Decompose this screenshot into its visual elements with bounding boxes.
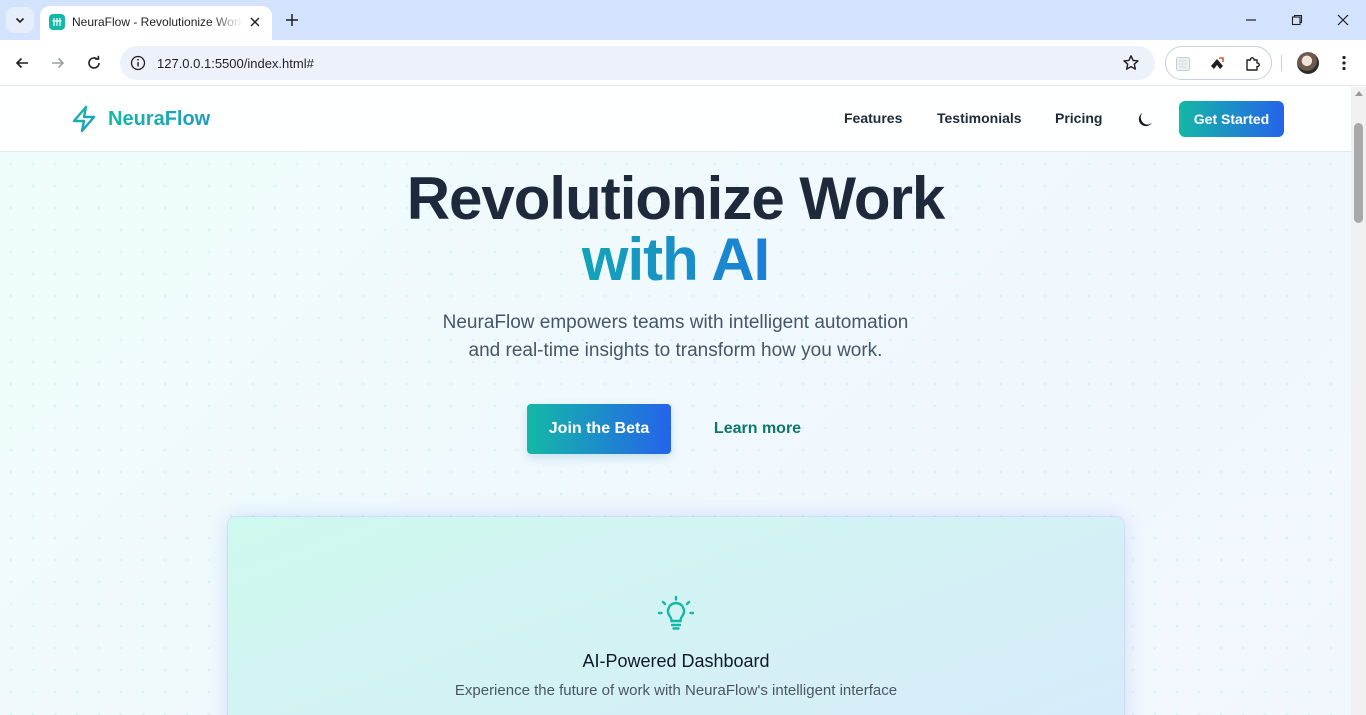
hero-subtitle-line2: and real-time insights to transform how … — [468, 340, 883, 361]
nav-link-features[interactable]: Features — [844, 110, 902, 126]
puzzle-icon[interactable] — [1244, 55, 1262, 73]
minimize-icon[interactable] — [1228, 0, 1274, 40]
card-title: AI-Powered Dashboard — [582, 651, 770, 671]
moon-icon[interactable] — [1134, 109, 1156, 131]
card-description: Experience the future of work with Neura… — [454, 682, 898, 699]
url-text: 127.0.0.1:5500/index.html# — [157, 56, 314, 71]
join-beta-button[interactable]: Join the Beta — [527, 404, 671, 454]
browser-tab-bar: NeuraFlow - Revolutionize Work with AI — [0, 0, 1366, 40]
site-favicon-icon — [49, 14, 65, 30]
reload-icon[interactable] — [80, 49, 108, 77]
site-header: NeuraFlow Features Testimonials Pricing … — [0, 87, 1351, 152]
hero-subtitle: NeuraFlow empowers teams with intelligen… — [0, 309, 1351, 365]
brand-name: NeuraFlow — [108, 107, 211, 130]
page-viewport: NeuraFlow Features Testimonials Pricing … — [0, 87, 1366, 715]
scrollbar-thumb[interactable] — [1354, 123, 1363, 223]
lightbulb-icon — [657, 595, 695, 630]
tab-title: NeuraFlow - Revolutionize Work with AI — [72, 15, 242, 29]
browser-toolbar: 127.0.0.1:5500/index.html# — [0, 40, 1366, 86]
chevron-down-icon — [15, 17, 25, 24]
hero-title-highlight: with AI — [581, 226, 770, 293]
tab-search-button[interactable] — [6, 7, 34, 33]
toolbar-divider — [1281, 55, 1282, 71]
hero-title-line2: with AI — [0, 224, 1351, 296]
site-info-icon[interactable] — [130, 55, 146, 71]
extension-icon[interactable] — [1174, 55, 1192, 73]
nav-link-testimonials[interactable]: Testimonials — [937, 110, 1022, 126]
forward-icon[interactable] — [44, 49, 72, 77]
close-tab-icon[interactable] — [246, 13, 264, 31]
close-window-icon[interactable] — [1320, 0, 1366, 40]
brand-logo[interactable]: NeuraFlow — [70, 104, 210, 134]
learn-more-link[interactable]: Learn more — [700, 404, 815, 454]
hero-subtitle-line1: NeuraFlow empowers teams with intelligen… — [442, 312, 909, 333]
lightning-bolt-icon — [72, 105, 96, 133]
menu-dots-icon[interactable] — [1335, 52, 1353, 74]
extensions-group — [1165, 46, 1272, 80]
new-tab-icon[interactable] — [281, 9, 303, 31]
extension-icon[interactable] — [1208, 55, 1226, 73]
page-scrollbar[interactable] — [1351, 87, 1366, 715]
nav-link-pricing[interactable]: Pricing — [1055, 110, 1102, 126]
scroll-up-arrow-icon[interactable] — [1355, 91, 1363, 96]
get-started-button[interactable]: Get Started — [1179, 101, 1284, 137]
bookmark-star-icon[interactable] — [1122, 54, 1140, 72]
browser-tab[interactable]: NeuraFlow - Revolutionize Work with AI — [40, 6, 272, 40]
restore-icon[interactable] — [1274, 0, 1320, 40]
back-icon[interactable] — [8, 49, 36, 77]
address-bar[interactable]: 127.0.0.1:5500/index.html# — [120, 46, 1155, 80]
profile-avatar[interactable] — [1297, 52, 1319, 74]
dashboard-preview-card: AI-Powered Dashboard Experience the futu… — [228, 517, 1124, 715]
